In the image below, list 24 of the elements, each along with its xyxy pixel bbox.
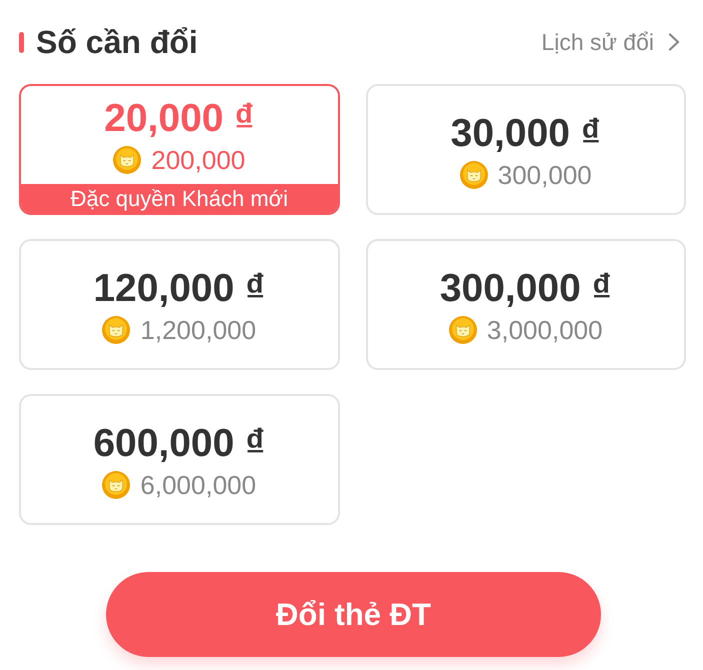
amount-option[interactable]: 300,000 ₫ 3,000,000 <box>366 239 686 370</box>
cat-coin-icon <box>448 316 477 344</box>
amount-text: 20,000 ₫ <box>104 96 254 142</box>
amount-text: 300,000 ₫ <box>440 266 612 312</box>
coin-amount: 6,000,000 <box>140 468 256 500</box>
section-title: Số cần đổi <box>36 24 198 60</box>
amount-text: 600,000 ₫ <box>93 420 266 466</box>
amount-option[interactable]: 30,000 ₫ 300,000 <box>366 84 686 215</box>
accent-bar <box>19 32 24 52</box>
amount-option[interactable]: 600,000 ₫ 6,000,000 <box>19 394 340 525</box>
cat-coin-icon <box>460 160 488 188</box>
coin-amount: 300,000 <box>498 158 592 190</box>
cat-coin-icon <box>102 470 130 498</box>
chevron-right-icon <box>668 33 680 51</box>
cat-coin-icon <box>102 316 130 344</box>
amount-option[interactable]: 120,000 ₫ 1,200,000 <box>19 239 340 370</box>
coin-amount: 200,000 <box>151 144 246 176</box>
coin-amount: 3,000,000 <box>486 314 603 346</box>
amount-text: 120,000 ₫ <box>93 266 266 312</box>
promo-banner: Đặc quyền Khách mới <box>21 184 338 213</box>
coin-amount: 1,200,000 <box>140 314 256 346</box>
history-link[interactable]: Lịch sử đổi <box>541 28 680 56</box>
amount-text: 30,000 ₫ <box>450 110 601 156</box>
cat-coin-icon <box>113 146 142 174</box>
